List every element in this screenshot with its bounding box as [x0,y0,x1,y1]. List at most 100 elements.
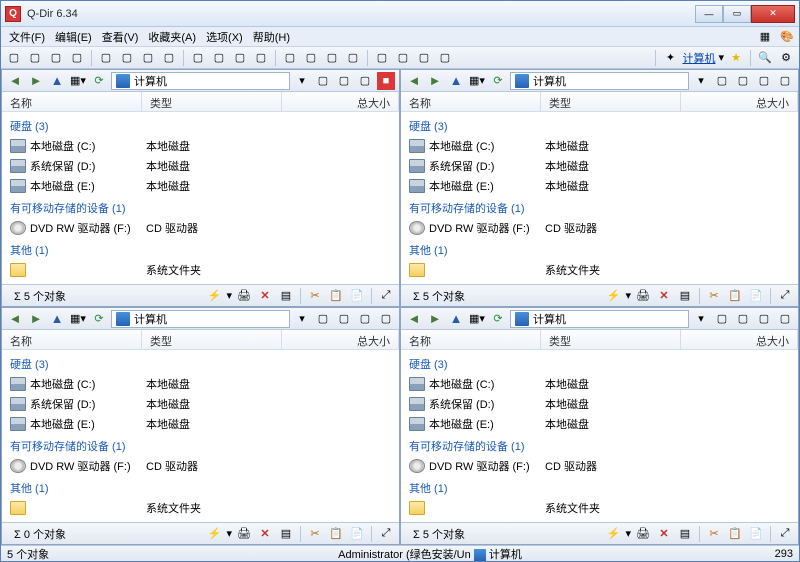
pane-tool-3[interactable]: ▢ [755,310,773,328]
cut-icon[interactable]: ✂ [705,525,723,543]
list-item[interactable]: 本地磁盘 (C:) 本地磁盘 [401,374,798,394]
pane-tool-1[interactable]: ▢ [713,310,731,328]
back-button[interactable]: ◄ [6,72,24,90]
tb-icon-11[interactable]: ▢ [231,49,249,67]
lightning-icon[interactable]: ⚡ [205,287,223,305]
up-button[interactable]: ▲ [447,310,465,328]
pane-tool-2[interactable]: ▢ [734,310,752,328]
view-menu-button[interactable]: ▦▾ [69,310,87,328]
forward-button[interactable]: ► [426,310,444,328]
col-name[interactable]: 名称 [2,330,142,349]
list-item[interactable]: 系统保留 (D:) 本地磁盘 [2,156,399,176]
group-removable[interactable]: 有可移动存储的设备 (1) [401,196,798,218]
refresh-button[interactable]: ⟳ [90,310,108,328]
cut-icon[interactable]: ✂ [705,287,723,305]
dropdown-button[interactable]: ▾ [293,72,311,90]
tb-icon-10[interactable]: ▢ [210,49,228,67]
cut-icon[interactable]: ✂ [306,287,324,305]
options-icon[interactable]: ▤ [676,525,694,543]
layout-icon[interactable]: ▦ [757,29,773,45]
menu-file[interactable]: 文件(F) [5,27,49,47]
menu-options[interactable]: 选项(X) [202,27,247,47]
pane-tool-4[interactable]: ▢ [776,310,794,328]
dropdown-button[interactable]: ▾ [692,72,710,90]
group-disks[interactable]: 硬盘 (3) [401,114,798,136]
print-icon[interactable]: 🖨 [235,287,253,305]
print-icon[interactable]: 🖨 [634,525,652,543]
address-bar[interactable]: 计算机 [510,310,689,328]
expand-icon[interactable]: ⤢ [776,525,794,543]
expand-icon[interactable]: ⤢ [776,287,794,305]
list-item[interactable]: 本地磁盘 (E:) 本地磁盘 [2,414,399,434]
pane-tool-3[interactable]: ▢ [755,72,773,90]
pane-tool-1[interactable]: ▢ [314,72,332,90]
list-item[interactable]: DVD RW 驱动器 (F:) CD 驱动器 [401,456,798,476]
group-other[interactable]: 其他 (1) [2,238,399,260]
file-list[interactable]: 硬盘 (3) 本地磁盘 (C:) 本地磁盘 系统保留 (D:) 本地磁盘 本地磁… [401,350,798,522]
copy-icon[interactable]: 📋 [726,525,744,543]
chevron-down-icon[interactable]: ▾ [226,289,232,302]
back-button[interactable]: ◄ [6,310,24,328]
magic-wand-icon[interactable]: ✦ [661,49,679,67]
group-removable[interactable]: 有可移动存储的设备 (1) [2,434,399,456]
group-disks[interactable]: 硬盘 (3) [2,114,399,136]
star-icon[interactable]: ★ [727,49,745,67]
search-icon[interactable]: 🔍 [756,49,774,67]
list-item[interactable]: 系统文件夹 [401,260,798,280]
dropdown-button[interactable]: ▾ [293,310,311,328]
list-item[interactable]: DVD RW 驱动器 (F:) CD 驱动器 [2,218,399,238]
back-button[interactable]: ◄ [405,72,423,90]
list-item[interactable]: 本地磁盘 (E:) 本地磁盘 [2,176,399,196]
col-size[interactable]: 总大小 [282,92,399,111]
options-icon[interactable]: ▤ [277,525,295,543]
file-list[interactable]: 硬盘 (3) 本地磁盘 (C:) 本地磁盘 系统保留 (D:) 本地磁盘 本地磁… [2,112,399,284]
paste-icon[interactable]: 📄 [747,525,765,543]
up-button[interactable]: ▲ [48,310,66,328]
back-button[interactable]: ◄ [405,310,423,328]
refresh-button[interactable]: ⟳ [90,72,108,90]
group-other[interactable]: 其他 (1) [401,238,798,260]
menu-edit[interactable]: 编辑(E) [51,27,96,47]
list-item[interactable]: 本地磁盘 (C:) 本地磁盘 [2,136,399,156]
tb-icon-6[interactable]: ▢ [118,49,136,67]
lightning-icon[interactable]: ⚡ [604,287,622,305]
tb-icon-18[interactable]: ▢ [394,49,412,67]
refresh-button[interactable]: ⟳ [489,310,507,328]
list-item[interactable]: 系统文件夹 [401,498,798,518]
group-disks[interactable]: 硬盘 (3) [2,352,399,374]
close-button[interactable]: ✕ [751,5,795,23]
options-icon[interactable]: ▤ [277,287,295,305]
delete-icon[interactable]: ✕ [655,525,673,543]
tb-icon-4[interactable]: ▢ [68,49,86,67]
col-name[interactable]: 名称 [401,92,541,111]
group-other[interactable]: 其他 (1) [401,476,798,498]
tb-icon-14[interactable]: ▢ [302,49,320,67]
list-item[interactable]: 本地磁盘 (C:) 本地磁盘 [2,374,399,394]
copy-icon[interactable]: 📋 [327,287,345,305]
col-type[interactable]: 类型 [541,330,681,349]
minimize-button[interactable]: — [695,5,723,23]
chevron-down-icon[interactable]: ▾ [718,51,724,64]
delete-icon[interactable]: ✕ [256,287,274,305]
address-bar[interactable]: 计算机 [111,310,290,328]
tools-icon[interactable]: ⚙ [777,49,795,67]
delete-icon[interactable]: ✕ [256,525,274,543]
col-type[interactable]: 类型 [142,92,282,111]
menu-help[interactable]: 帮助(H) [249,27,294,47]
forward-button[interactable]: ► [27,310,45,328]
list-item[interactable]: DVD RW 驱动器 (F:) CD 驱动器 [2,456,399,476]
tb-icon-16[interactable]: ▢ [344,49,362,67]
col-name[interactable]: 名称 [401,330,541,349]
pane-tool-2[interactable]: ▢ [335,72,353,90]
col-size[interactable]: 总大小 [282,330,399,349]
dropdown-button[interactable]: ▾ [692,310,710,328]
address-bar[interactable]: 计算机 [510,72,689,90]
pane-tool-1[interactable]: ▢ [713,72,731,90]
lightning-icon[interactable]: ⚡ [604,525,622,543]
tb-icon-17[interactable]: ▢ [373,49,391,67]
forward-button[interactable]: ► [426,72,444,90]
tb-icon-8[interactable]: ▢ [160,49,178,67]
list-item[interactable]: 本地磁盘 (E:) 本地磁盘 [401,176,798,196]
col-type[interactable]: 类型 [142,330,282,349]
tb-icon-20[interactable]: ▢ [436,49,454,67]
